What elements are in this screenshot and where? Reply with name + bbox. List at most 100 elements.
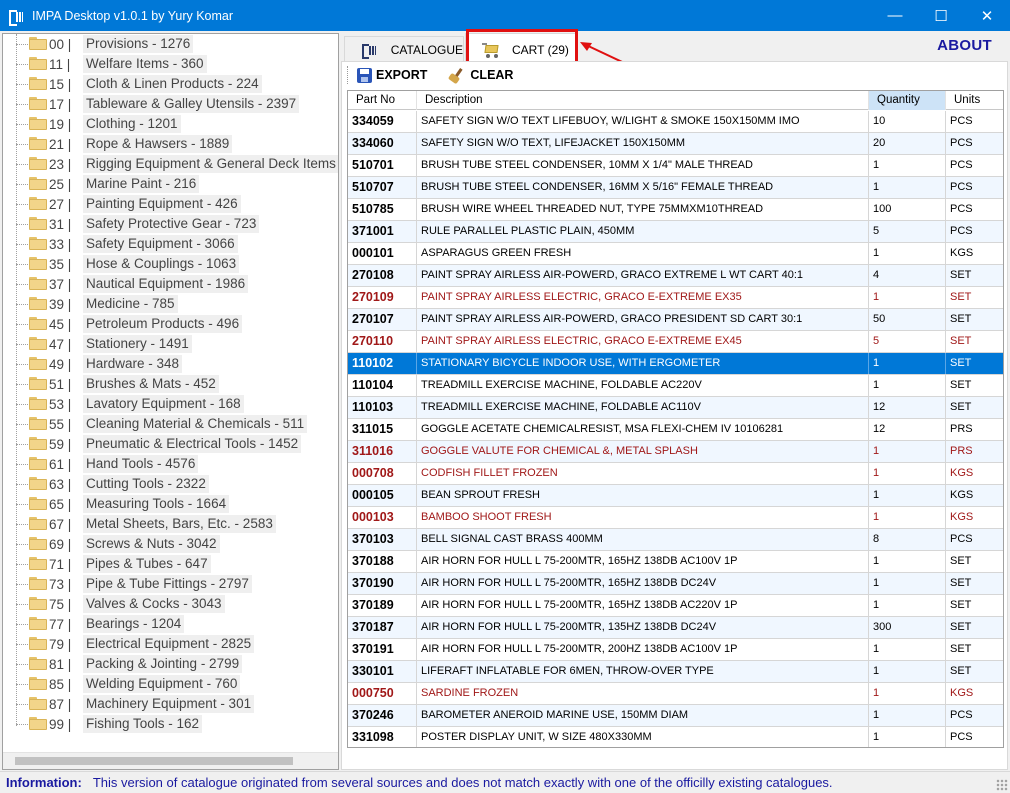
- tree-item[interactable]: 65 | Measuring Tools - 1664: [3, 494, 338, 514]
- table-row[interactable]: 000708 CODFISH FILLET FROZEN 1 KGS: [348, 463, 1003, 485]
- tree-item[interactable]: 49 | Hardware - 348: [3, 354, 338, 374]
- cell-quantity[interactable]: 1: [869, 177, 946, 198]
- tree-item[interactable]: 25 | Marine Paint - 216: [3, 174, 338, 194]
- table-row[interactable]: 270108 PAINT SPRAY AIRLESS AIR-POWERD, GR…: [348, 265, 1003, 287]
- cell-quantity[interactable]: 12: [869, 419, 946, 440]
- table-row[interactable]: 370189 AIR HORN FOR HULL L 75-200MTR, 165…: [348, 595, 1003, 617]
- tree-item[interactable]: 67 | Metal Sheets, Bars, Etc. - 2583: [3, 514, 338, 534]
- table-row[interactable]: 510707 BRUSH TUBE STEEL CONDENSER, 16MM X…: [348, 177, 1003, 199]
- cell-quantity[interactable]: 1: [869, 243, 946, 264]
- tree-item[interactable]: 85 | Welding Equipment - 760: [3, 674, 338, 694]
- table-row[interactable]: 370191 AIR HORN FOR HULL L 75-200MTR, 200…: [348, 639, 1003, 661]
- tree-item[interactable]: 79 | Electrical Equipment - 2825: [3, 634, 338, 654]
- tree-item[interactable]: 77 | Bearings - 1204: [3, 614, 338, 634]
- tree-item[interactable]: 81 | Packing & Jointing - 2799: [3, 654, 338, 674]
- table-row[interactable]: 330101 LIFERAFT INFLATABLE FOR 6MEN, THRO…: [348, 661, 1003, 683]
- cell-quantity[interactable]: 8: [869, 529, 946, 550]
- tree-item[interactable]: 39 | Medicine - 785: [3, 294, 338, 314]
- cell-quantity[interactable]: 1: [869, 683, 946, 704]
- column-header-part-no[interactable]: Part No: [348, 91, 417, 110]
- tree-item[interactable]: 69 | Screws & Nuts - 3042: [3, 534, 338, 554]
- tab-catalogue[interactable]: CATALOGUE: [344, 36, 464, 62]
- cell-quantity[interactable]: 50: [869, 309, 946, 330]
- table-row[interactable]: 110103 TREADMILL EXERCISE MACHINE, FOLDAB…: [348, 397, 1003, 419]
- tree-item[interactable]: 51 | Brushes & Mats - 452: [3, 374, 338, 394]
- table-row[interactable]: 334059 SAFETY SIGN W/O TEXT LIFEBUOY, W/L…: [348, 111, 1003, 133]
- tree-item[interactable]: 37 | Nautical Equipment - 1986: [3, 274, 338, 294]
- tree-item[interactable]: 21 | Rope & Hawsers - 1889: [3, 134, 338, 154]
- tree-item[interactable]: 71 | Pipes & Tubes - 647: [3, 554, 338, 574]
- cart-grid[interactable]: Part No Description Quantity Units 33405…: [347, 90, 1004, 748]
- tree-item[interactable]: 33 | Safety Equipment - 3066: [3, 234, 338, 254]
- tree-item[interactable]: 45 | Petroleum Products - 496: [3, 314, 338, 334]
- table-row[interactable]: 331098 POSTER DISPLAY UNIT, W SIZE 480X33…: [348, 727, 1003, 747]
- table-row[interactable]: 000105 BEAN SPROUT FRESH 1 KGS: [348, 485, 1003, 507]
- cell-quantity[interactable]: 5: [869, 221, 946, 242]
- minimize-button[interactable]: —: [872, 0, 918, 31]
- tree-horizontal-scrollbar[interactable]: [3, 752, 338, 769]
- cell-quantity[interactable]: 1: [869, 727, 946, 747]
- table-row[interactable]: 110104 TREADMILL EXERCISE MACHINE, FOLDAB…: [348, 375, 1003, 397]
- cell-quantity[interactable]: 1: [869, 287, 946, 308]
- column-header-description[interactable]: Description: [417, 91, 869, 110]
- tree-item[interactable]: 99 | Fishing Tools - 162: [3, 714, 338, 734]
- cell-quantity[interactable]: 100: [869, 199, 946, 220]
- cell-quantity[interactable]: 1: [869, 375, 946, 396]
- tree-item[interactable]: 87 | Machinery Equipment - 301: [3, 694, 338, 714]
- tree-item[interactable]: 17 | Tableware & Galley Utensils - 2397: [3, 94, 338, 114]
- cell-quantity[interactable]: 1: [869, 639, 946, 660]
- table-row[interactable]: 311015 GOGGLE ACETATE CHEMICALRESIST, MSA…: [348, 419, 1003, 441]
- table-row[interactable]: 370188 AIR HORN FOR HULL L 75-200MTR, 165…: [348, 551, 1003, 573]
- table-row[interactable]: 311016 GOGGLE VALUTE FOR CHEMICAL &, META…: [348, 441, 1003, 463]
- tree-item[interactable]: 53 | Lavatory Equipment - 168: [3, 394, 338, 414]
- cell-quantity[interactable]: 1: [869, 155, 946, 176]
- tree-item[interactable]: 59 | Pneumatic & Electrical Tools - 1452: [3, 434, 338, 454]
- cell-quantity[interactable]: 1: [869, 353, 946, 374]
- cell-quantity[interactable]: 1: [869, 485, 946, 506]
- cell-quantity[interactable]: 5: [869, 331, 946, 352]
- cell-quantity[interactable]: 300: [869, 617, 946, 638]
- table-row[interactable]: 110102 STATIONARY BICYCLE INDOOR USE, WIT…: [348, 353, 1003, 375]
- tree-item[interactable]: 31 | Safety Protective Gear - 723: [3, 214, 338, 234]
- table-row[interactable]: 510701 BRUSH TUBE STEEL CONDENSER, 10MM X…: [348, 155, 1003, 177]
- export-button[interactable]: EXPORT: [357, 67, 427, 83]
- maximize-button[interactable]: ☐: [918, 0, 964, 31]
- category-tree[interactable]: 00 | Provisions - 1276 11 | Welfare Items -…: [2, 33, 339, 770]
- cell-quantity[interactable]: 1: [869, 551, 946, 572]
- cell-quantity[interactable]: 20: [869, 133, 946, 154]
- clear-button[interactable]: CLEAR: [449, 68, 513, 83]
- tree-item[interactable]: 55 | Cleaning Material & Chemicals - 511: [3, 414, 338, 434]
- table-row[interactable]: 000750 SARDINE FROZEN 1 KGS: [348, 683, 1003, 705]
- table-row[interactable]: 370190 AIR HORN FOR HULL L 75-200MTR, 165…: [348, 573, 1003, 595]
- cell-quantity[interactable]: 1: [869, 507, 946, 528]
- cell-quantity[interactable]: 10: [869, 111, 946, 132]
- cell-quantity[interactable]: 1: [869, 573, 946, 594]
- table-row[interactable]: 270109 PAINT SPRAY AIRLESS ELECTRIC, GRAC…: [348, 287, 1003, 309]
- cell-quantity[interactable]: 1: [869, 661, 946, 682]
- cell-quantity[interactable]: 4: [869, 265, 946, 286]
- scrollbar-thumb[interactable]: [15, 757, 293, 765]
- table-row[interactable]: 334060 SAFETY SIGN W/O TEXT, LIFEJACKET 1…: [348, 133, 1003, 155]
- resize-grip[interactable]: [996, 779, 1008, 791]
- cell-quantity[interactable]: 1: [869, 441, 946, 462]
- tree-item[interactable]: 27 | Painting Equipment - 426: [3, 194, 338, 214]
- tree-item[interactable]: 63 | Cutting Tools - 2322: [3, 474, 338, 494]
- table-row[interactable]: 370246 BAROMETER ANEROID MARINE USE, 150M…: [348, 705, 1003, 727]
- tree-item[interactable]: 00 | Provisions - 1276: [3, 34, 338, 54]
- cell-quantity[interactable]: 12: [869, 397, 946, 418]
- tree-item[interactable]: 61 | Hand Tools - 4576: [3, 454, 338, 474]
- table-row[interactable]: 000103 BAMBOO SHOOT FRESH 1 KGS: [348, 507, 1003, 529]
- close-button[interactable]: ✕: [964, 0, 1010, 31]
- table-row[interactable]: 510785 BRUSH WIRE WHEEL THREADED NUT, TYP…: [348, 199, 1003, 221]
- tree-item[interactable]: 75 | Valves & Cocks - 3043: [3, 594, 338, 614]
- cell-quantity[interactable]: 1: [869, 595, 946, 616]
- column-header-quantity[interactable]: Quantity: [869, 91, 946, 110]
- table-row[interactable]: 370103 BELL SIGNAL CAST BRASS 400MM 8 PCS: [348, 529, 1003, 551]
- table-row[interactable]: 371001 RULE PARALLEL PLASTIC PLAIN, 450MM…: [348, 221, 1003, 243]
- tree-item[interactable]: 15 | Cloth & Linen Products - 224: [3, 74, 338, 94]
- cell-quantity[interactable]: 1: [869, 705, 946, 726]
- tree-item[interactable]: 23 | Rigging Equipment & General Deck Ite…: [3, 154, 338, 174]
- tree-item[interactable]: 19 | Clothing - 1201: [3, 114, 338, 134]
- tree-item[interactable]: 11 | Welfare Items - 360: [3, 54, 338, 74]
- table-row[interactable]: 270107 PAINT SPRAY AIRLESS AIR-POWERD, GR…: [348, 309, 1003, 331]
